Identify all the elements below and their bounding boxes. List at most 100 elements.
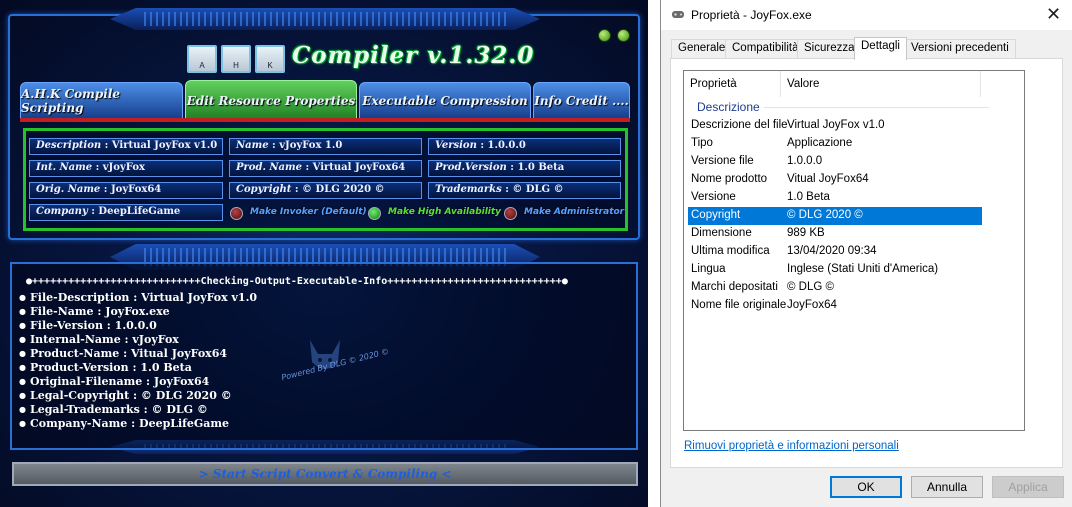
description-label: Description xyxy=(36,140,102,151)
minimize-button[interactable] xyxy=(598,29,611,42)
start-compiling-button[interactable]: > Start Script Convert & Compiling < xyxy=(12,462,638,486)
tab-versioni-precedenti[interactable]: Versioni precedenti xyxy=(904,39,1016,59)
close-icon[interactable]: ✕ xyxy=(1046,4,1061,25)
output-line: Product-Version : 1.0 Beta xyxy=(19,361,192,374)
property-row[interactable]: Nome prodotto Vitual JoyFox64 xyxy=(688,171,982,189)
make-high-availability-label[interactable]: Make High Availability xyxy=(388,207,501,217)
copyright-field[interactable]: Copyright : © DLG 2020 © xyxy=(229,182,422,199)
cancel-button[interactable]: Annulla xyxy=(911,476,983,498)
name-value: vJoyFox 1.0 xyxy=(279,140,343,151)
orig-name-field[interactable]: Orig. Name : JoyFox64 xyxy=(29,182,223,199)
property-row[interactable]: Nome file originale JoyFox64 xyxy=(688,297,982,315)
properties-dialog: Proprietà - JoyFox.exe ✕ Generale Compat… xyxy=(660,0,1072,507)
property-key: Versione file xyxy=(691,155,754,167)
prod-name-value: Virtual JoyFox64 xyxy=(312,162,406,173)
trademarks-value: © DLG © xyxy=(512,184,564,195)
company-value: DeepLifeGame xyxy=(98,206,181,217)
version-field[interactable]: Version : 1.0.0.0 xyxy=(428,138,621,155)
description-field[interactable]: Description : Virtual JoyFox v1.0 xyxy=(29,138,223,155)
property-key: Marchi depositati xyxy=(691,281,778,293)
group-divider xyxy=(764,107,989,108)
property-key: Dimensione xyxy=(691,227,752,239)
name-label: Name xyxy=(236,140,269,151)
prod-name-label: Prod. Name xyxy=(236,162,302,173)
tab-compatibilita[interactable]: Compatibilità xyxy=(725,39,806,59)
company-label: Company xyxy=(36,206,88,217)
tab-generale[interactable]: Generale xyxy=(671,39,733,59)
group-header: Descrizione xyxy=(697,100,760,114)
output-line: File-Version : 1.0.0.0 xyxy=(19,319,157,332)
tab-dettagli[interactable]: Dettagli xyxy=(854,37,907,60)
close-button[interactable] xyxy=(617,29,630,42)
output-line: File-Name : JoyFox.exe xyxy=(19,305,170,318)
property-row[interactable]: Marchi depositati © DLG © xyxy=(688,279,982,297)
tab-ahk-compile[interactable]: A.H.K Compile Scripting xyxy=(20,82,183,119)
property-value: 1.0 Beta xyxy=(787,191,830,203)
make-invoker-radio[interactable] xyxy=(230,207,243,220)
int-name-label: Int. Name xyxy=(36,162,93,173)
output-header: ●++++++++++++++++++++++++++++Checking-Ou… xyxy=(26,276,568,287)
property-row-selected[interactable]: Copyright © DLG 2020 © xyxy=(688,207,982,225)
details-listview[interactable]: Proprietà Valore Descrizione Descrizione… xyxy=(683,70,1025,431)
property-value: Virtual JoyFox v1.0 xyxy=(787,119,885,131)
top-decoration xyxy=(110,8,540,30)
int-name-field[interactable]: Int. Name : vJoyFox xyxy=(29,160,223,177)
key-a-icon: A xyxy=(187,45,217,73)
output-line: Legal-Copyright : © DLG 2020 © xyxy=(19,389,232,402)
version-label: Version xyxy=(435,140,477,151)
property-key: Copyright xyxy=(691,209,741,221)
prod-version-field[interactable]: Prod.Version : 1.0 Beta xyxy=(428,160,621,177)
property-value: 1.0.0.0 xyxy=(787,155,823,167)
int-name-value: vJoyFox xyxy=(102,162,145,173)
property-row[interactable]: Versione file 1.0.0.0 xyxy=(688,153,982,171)
orig-name-value: JoyFox64 xyxy=(110,184,162,195)
property-row[interactable]: Dimensione 989 KB xyxy=(688,225,982,243)
property-key: Nome file originale xyxy=(691,299,787,311)
title-bar: Proprietà - JoyFox.exe ✕ xyxy=(661,0,1072,30)
tab-sicurezza[interactable]: Sicurezza xyxy=(797,39,862,59)
property-value: © DLG © xyxy=(787,281,834,293)
property-value: 13/04/2020 09:34 xyxy=(787,245,877,257)
prod-name-field[interactable]: Prod. Name : Virtual JoyFox64 xyxy=(229,160,422,177)
property-row[interactable]: Ultima modifica 13/04/2020 09:34 xyxy=(688,243,982,261)
property-value: Applicazione xyxy=(787,137,853,149)
make-administrator-radio[interactable] xyxy=(504,207,517,220)
property-row[interactable]: Descrizione del file Virtual JoyFox v1.0 xyxy=(688,117,982,135)
name-field[interactable]: Name : vJoyFox 1.0 xyxy=(229,138,422,155)
output-line: File-Description : Virtual JoyFox v1.0 xyxy=(19,291,257,304)
prod-version-value: 1.0 Beta xyxy=(517,162,565,173)
property-value: Inglese (Stati Uniti d'America) xyxy=(787,263,939,275)
version-value: 1.0.0.0 xyxy=(487,140,526,151)
output-line: Legal-Trademarks : © DLG © xyxy=(19,403,208,416)
app-title: Compiler v.1.32.0 xyxy=(292,42,535,69)
output-line: Internal-Name : vJoyFox xyxy=(19,333,179,346)
property-row[interactable]: Versione 1.0 Beta xyxy=(688,189,982,207)
tab-edit-resource[interactable]: Edit Resource Properties xyxy=(185,80,357,121)
tab-executable-compression[interactable]: Executable Compression xyxy=(359,82,531,119)
property-row[interactable]: Tipo Applicazione xyxy=(688,135,982,153)
property-row[interactable]: Lingua Inglese (Stati Uniti d'America) xyxy=(688,261,982,279)
make-administrator-label[interactable]: Make Administrator xyxy=(524,207,624,217)
column-header-property[interactable]: Proprietà xyxy=(684,71,781,97)
make-invoker-label[interactable]: Make Invoker (Default) xyxy=(250,207,367,217)
orig-name-label: Orig. Name xyxy=(36,184,101,195)
property-value: © DLG 2020 © xyxy=(787,209,863,221)
tab-info-credit[interactable]: Info Credit .... xyxy=(533,82,630,119)
remove-properties-link[interactable]: Rimuovi proprietà e informazioni persona… xyxy=(684,440,899,452)
company-field[interactable]: Company : DeepLifeGame xyxy=(29,204,223,221)
description-value: Virtual JoyFox v1.0 xyxy=(111,140,218,151)
property-value: JoyFox64 xyxy=(787,299,837,311)
copyright-value: © DLG 2020 © xyxy=(302,184,385,195)
column-header-value[interactable]: Valore xyxy=(781,71,981,97)
apply-button[interactable]: Applica xyxy=(992,476,1064,498)
property-key: Tipo xyxy=(691,137,713,149)
trademarks-field[interactable]: Trademarks : © DLG © xyxy=(428,182,621,199)
property-key: Versione xyxy=(691,191,736,203)
tab-underline xyxy=(20,118,630,122)
output-line: Original-Filename : JoyFox64 xyxy=(19,375,209,388)
gamepad-icon xyxy=(672,11,684,18)
output-line: Product-Name : Vitual JoyFox64 xyxy=(19,347,227,360)
output-line: Company-Name : DeepLifeGame xyxy=(19,417,229,430)
ok-button[interactable]: OK xyxy=(830,476,902,498)
make-high-availability-radio[interactable] xyxy=(368,207,381,220)
